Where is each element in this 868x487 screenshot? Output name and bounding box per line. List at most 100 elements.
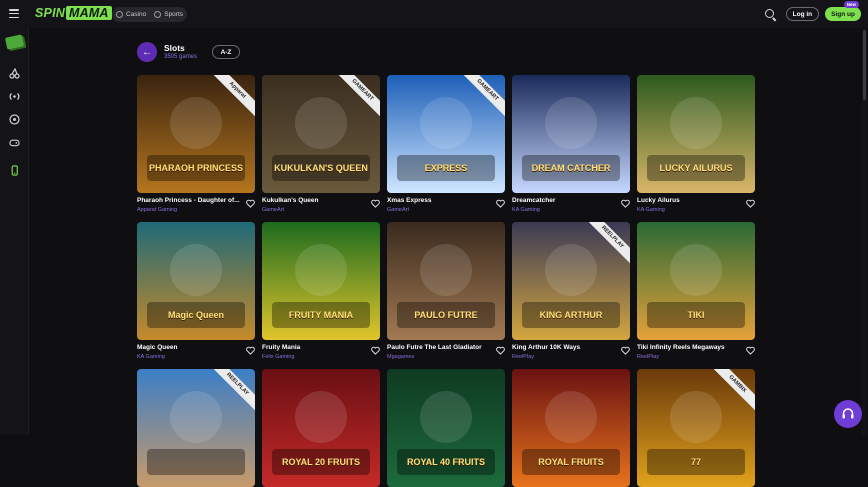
game-logo-text: KING ARTHUR	[539, 310, 603, 320]
favorite-heart-icon[interactable]	[496, 346, 505, 355]
mobile-app-icon[interactable]	[9, 165, 20, 176]
game-thumbnail[interactable]: PHARAOH PRINCESS Apparat	[137, 75, 255, 193]
headset-icon	[842, 408, 854, 419]
game-thumbnail[interactable]: FRUITY MANIA	[262, 222, 380, 340]
logo-mama-text: MAMA	[65, 6, 112, 20]
game-thumbnail[interactable]: REELPLAY	[137, 369, 255, 487]
game-title[interactable]: Magic Queen	[137, 344, 241, 351]
search-icon[interactable]	[764, 8, 776, 20]
game-card[interactable]: FRUITY MANIA Fruity Mania Felix Gaming	[262, 222, 380, 362]
game-logo-text: FRUITY MANIA	[288, 310, 354, 320]
favorite-heart-icon[interactable]	[246, 346, 255, 355]
favorite-heart-icon[interactable]	[746, 199, 755, 208]
game-thumbnail[interactable]: KUKULKAN'S QUEEN GAMEART	[262, 75, 380, 193]
game-card[interactable]: PAULO FUTRE Paulo Futre The Last Gladiato…	[387, 222, 505, 362]
game-provider[interactable]: GameArt	[387, 207, 409, 213]
game-title[interactable]: Lucky Ailurus	[637, 197, 741, 204]
live-broadcast-icon[interactable]	[9, 91, 20, 102]
game-logo-text: ROYAL 20 FRUITS	[281, 457, 361, 467]
game-thumbnail[interactable]: LUCKY AILURUS	[637, 75, 755, 193]
favorite-heart-icon[interactable]	[371, 199, 380, 208]
soccer-ball-icon[interactable]	[9, 114, 20, 125]
game-card[interactable]: ROYAL FRUITS	[512, 369, 630, 487]
game-logo-text: DREAM CATCHER	[531, 163, 611, 173]
game-provider[interactable]: ReelPlay	[637, 354, 659, 360]
signup-label: Sign up	[831, 10, 855, 18]
game-card[interactable]: ROYAL 40 FRUITS	[387, 369, 505, 487]
game-card[interactable]: LUCKY AILURUS Lucky Ailurus KA Gaming	[637, 75, 755, 215]
game-logo-text: ROYAL FRUITS	[538, 457, 604, 467]
page-scrollbar[interactable]	[862, 28, 867, 435]
signup-button[interactable]: Sign up New	[825, 1, 861, 21]
favorite-heart-icon[interactable]	[496, 199, 505, 208]
cherries-icon[interactable]	[9, 68, 20, 79]
hamburger-menu-icon[interactable]	[9, 9, 19, 18]
main-content: ← Slots 3505 games A-Z PHARAOH PRINCESS A…	[29, 28, 868, 487]
game-card[interactable]: TIKI Tiki Infinity Reels Megaways ReelPlay	[637, 222, 755, 362]
game-provider[interactable]: Felix Gaming	[262, 354, 294, 360]
sort-az-button[interactable]: A-Z	[212, 45, 240, 59]
login-button[interactable]: Log in	[785, 7, 820, 21]
left-sidebar	[0, 28, 29, 435]
game-thumbnail[interactable]: KING ARTHUR REELPLAY	[512, 222, 630, 340]
sports-tab[interactable]: Sports	[154, 11, 183, 18]
game-title[interactable]: Pharaoh Princess - Daughter of...	[137, 197, 241, 204]
game-thumbnail[interactable]: TIKI	[637, 222, 755, 340]
game-title[interactable]: Paulo Futre The Last Gladiator	[387, 344, 491, 351]
scrollbar-thumb[interactable]	[863, 30, 866, 100]
game-title[interactable]: Kukulkan's Queen	[262, 197, 366, 204]
arrow-left-icon: ←	[142, 46, 152, 58]
game-logo-text: PHARAOH PRINCESS	[148, 163, 243, 173]
favorite-heart-icon[interactable]	[246, 199, 255, 208]
game-provider[interactable]: KA Gaming	[637, 207, 665, 213]
game-card[interactable]: Magic Queen Magic Queen KA Gaming	[137, 222, 255, 362]
game-provider[interactable]: ReelPlay	[512, 354, 534, 360]
site-logo[interactable]: SPIN MAMA	[35, 6, 112, 20]
game-card[interactable]: KUKULKAN'S QUEEN GAMEART Kukulkan's Queen G…	[262, 75, 380, 215]
game-title[interactable]: Fruity Mania	[262, 344, 366, 351]
game-title[interactable]: Dreamcatcher	[512, 197, 616, 204]
game-thumbnail[interactable]: 77 GAMBIX	[637, 369, 755, 487]
game-provider[interactable]: GameArt	[262, 207, 284, 213]
game-thumbnail[interactable]: EXPRESS GAMEART	[387, 75, 505, 193]
support-chat-button[interactable]	[834, 400, 862, 428]
game-card[interactable]: DREAM CATCHER Dreamcatcher KA Gaming	[512, 75, 630, 215]
page-title: Slots	[164, 43, 185, 53]
game-logo-text	[147, 451, 245, 473]
game-card[interactable]: KING ARTHUR REELPLAY King Arthur 10K Ways R…	[512, 222, 630, 362]
game-provider[interactable]: KA Gaming	[137, 354, 165, 360]
gamepad-icon[interactable]	[9, 137, 20, 148]
game-card[interactable]: ROYAL 20 FRUITS	[262, 369, 380, 487]
game-title[interactable]: Xmas Express	[387, 197, 491, 204]
game-provider[interactable]: KA Gaming	[512, 207, 540, 213]
game-logo-text: 77	[690, 457, 701, 467]
game-provider[interactable]: Apparat Gaming	[137, 207, 177, 213]
game-logo-text: Magic Queen	[167, 310, 224, 320]
game-card[interactable]: REELPLAY	[137, 369, 255, 487]
soccer-ball-icon	[154, 11, 162, 18]
favorite-heart-icon[interactable]	[621, 199, 630, 208]
game-provider[interactable]: Mgagames	[387, 354, 414, 360]
game-title[interactable]: Tiki Infinity Reels Megaways	[637, 344, 741, 351]
favorite-heart-icon[interactable]	[621, 346, 630, 355]
game-card[interactable]: 77 GAMBIX	[637, 369, 755, 487]
back-button[interactable]: ←	[137, 42, 157, 62]
game-thumbnail[interactable]: ROYAL 20 FRUITS	[262, 369, 380, 487]
game-card[interactable]: EXPRESS GAMEART Xmas Express GameArt	[387, 75, 505, 215]
game-card[interactable]: PHARAOH PRINCESS Apparat Pharaoh Princess …	[137, 75, 255, 215]
game-thumbnail[interactable]: Magic Queen	[137, 222, 255, 340]
casino-tab-label: Casino	[126, 11, 147, 18]
game-title[interactable]: King Arthur 10K Ways	[512, 344, 616, 351]
game-thumbnail[interactable]: ROYAL FRUITS	[512, 369, 630, 487]
game-thumbnail[interactable]: DREAM CATCHER	[512, 75, 630, 193]
casino-tab[interactable]: Casino	[116, 11, 146, 18]
favorite-heart-icon[interactable]	[371, 346, 380, 355]
cash-promo-icon[interactable]	[4, 34, 25, 50]
top-navigation-bar: SPIN MAMA Casino Sports Log in Sign up Ne…	[0, 0, 868, 28]
game-logo-text: EXPRESS	[424, 163, 468, 173]
favorite-heart-icon[interactable]	[746, 346, 755, 355]
game-thumbnail[interactable]: ROYAL 40 FRUITS	[387, 369, 505, 487]
category-header: ← Slots 3505 games A-Z	[137, 42, 757, 62]
chip-icon	[116, 11, 123, 18]
game-thumbnail[interactable]: PAULO FUTRE	[387, 222, 505, 340]
